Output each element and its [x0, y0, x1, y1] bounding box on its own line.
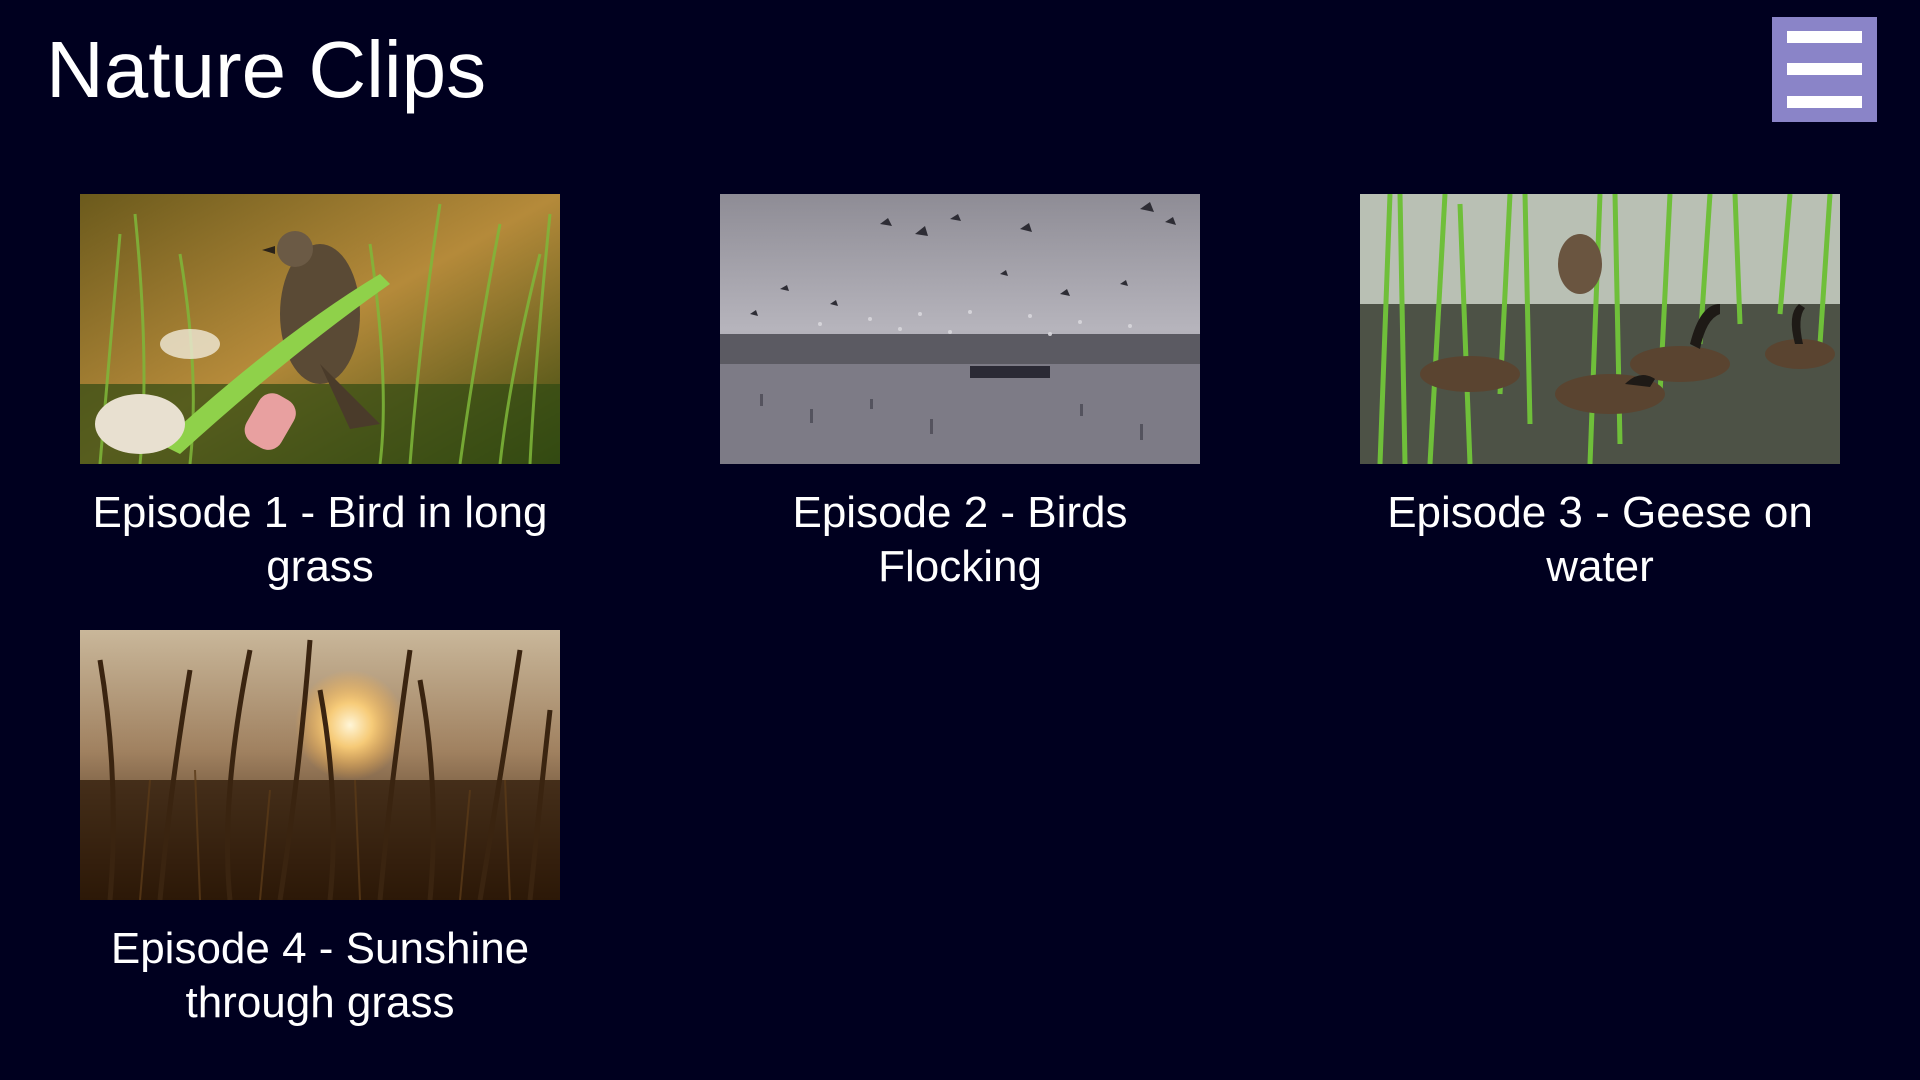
- sunshine-through-grass-thumbnail[interactable]: [80, 630, 560, 900]
- clip-title[interactable]: Episode 4 - Sunshine through grass: [80, 922, 560, 1030]
- menu-bar: [1787, 63, 1862, 75]
- menu-bar: [1787, 96, 1862, 108]
- clip-card-episode-3[interactable]: Episode 3 - Geese on water: [1360, 194, 1840, 594]
- geese-on-water-thumbnail[interactable]: [1360, 194, 1840, 464]
- clip-title[interactable]: Episode 2 - Birds Flocking: [720, 486, 1200, 594]
- clip-title[interactable]: Episode 1 - Bird in long grass: [80, 486, 560, 594]
- clip-card-episode-1[interactable]: Episode 1 - Bird in long grass: [80, 194, 560, 594]
- clip-card-episode-4[interactable]: Episode 4 - Sunshine through grass: [80, 630, 560, 1030]
- app-root: Nature Clips Episode 1 - Bird in long gr…: [0, 0, 1920, 1080]
- clip-card-episode-2[interactable]: Episode 2 - Birds Flocking: [720, 194, 1200, 594]
- page-title: Nature Clips: [46, 25, 487, 114]
- hamburger-menu-icon[interactable]: [1772, 17, 1877, 122]
- clip-title[interactable]: Episode 3 - Geese on water: [1360, 486, 1840, 594]
- birds-flocking-thumbnail[interactable]: [720, 194, 1200, 464]
- menu-bar: [1787, 31, 1862, 43]
- bird-in-grass-thumbnail[interactable]: [80, 194, 560, 464]
